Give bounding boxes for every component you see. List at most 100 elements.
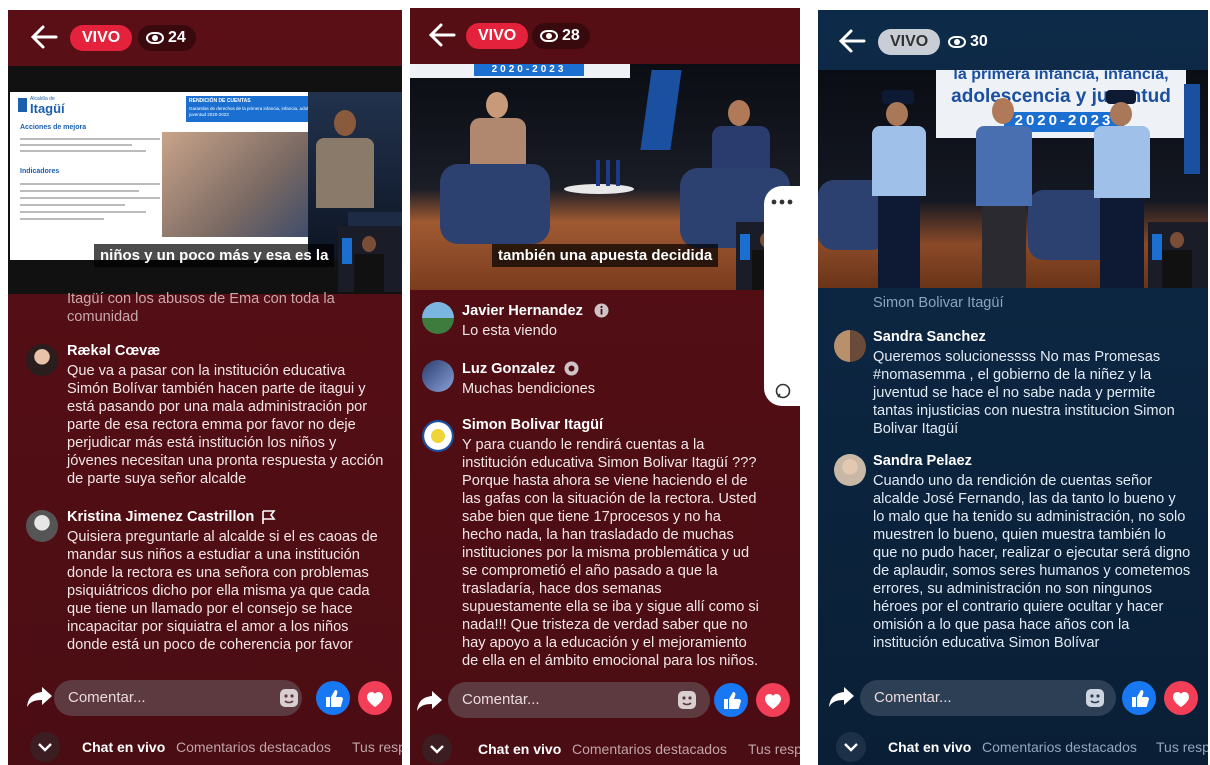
comment-text: Quisiera preguntarle al alcalde si el es… <box>67 529 378 653</box>
video-player[interactable]: 2020-2023 también una apuesta decidida <box>410 64 800 290</box>
share-icon[interactable] <box>26 684 54 708</box>
comment-input[interactable]: Comentar... <box>54 680 302 716</box>
top-bar: VIVO 28 <box>410 8 800 62</box>
info-badge-icon <box>594 303 609 318</box>
viewer-count-value: 30 <box>970 33 988 50</box>
viewer-count: 24 <box>138 25 196 51</box>
comment-list: Simon Bolivar Itagüí Sandra Sanchez Quer… <box>818 294 1208 674</box>
comment-list: Itagüí con los abusos de Ema con toda la… <box>8 290 402 670</box>
collapse-button[interactable] <box>836 732 866 762</box>
tab-live-chat[interactable]: Chat en vivo <box>888 739 971 755</box>
live-panel-1: VIVO 24 Alcaldía de Itagüí RENDICIÓN DE … <box>8 10 402 765</box>
avatar[interactable] <box>422 420 454 452</box>
tab-live-chat[interactable]: Chat en vivo <box>478 741 561 757</box>
comment-author[interactable]: Rækəl Cœvæ <box>67 342 160 360</box>
banner-text: 2020-2023 <box>474 64 584 76</box>
flag-icon <box>262 510 276 524</box>
video-player[interactable]: la primera infancia, infancia, adolescen… <box>818 70 1208 288</box>
comment-text: Lo esta viendo <box>462 323 557 339</box>
tab-your-replies[interactable]: Tus resp <box>352 739 402 755</box>
viewer-count: 28 <box>532 23 590 49</box>
live-badge: VIVO <box>70 25 133 51</box>
back-arrow-icon[interactable] <box>428 22 456 48</box>
logo-text: Itagüí <box>30 101 65 116</box>
sign-language-inset <box>338 226 402 292</box>
share-icon[interactable] <box>828 684 856 708</box>
comment-input[interactable]: Comentar... <box>860 680 1116 716</box>
love-button[interactable] <box>756 683 790 717</box>
eye-icon <box>948 36 966 48</box>
chat-tabs: Chat en vivo Comentarios destacados Tus … <box>8 732 402 765</box>
comment-bar: Comentar... <box>818 676 1208 724</box>
comment-author[interactable]: Javier Hernandez <box>462 302 583 320</box>
chevron-down-icon <box>38 743 52 752</box>
logo-icon <box>18 98 27 112</box>
tab-your-replies[interactable]: Tus resp <box>1156 739 1208 755</box>
comment-text: Simon Bolivar Itagüí <box>873 295 1004 311</box>
video-player[interactable]: Alcaldía de Itagüí RENDICIÓN DE CUENTAS … <box>8 66 402 294</box>
tab-featured-comments[interactable]: Comentarios destacados <box>572 741 727 757</box>
avatar[interactable] <box>834 330 866 362</box>
slide-bullets-2 <box>20 178 160 248</box>
avatar[interactable] <box>26 510 58 542</box>
love-button[interactable] <box>1164 681 1198 715</box>
thumbs-up-icon <box>724 692 741 709</box>
like-button[interactable] <box>1122 681 1156 715</box>
person-officer-right <box>1090 90 1152 288</box>
chevron-down-icon <box>430 745 444 754</box>
comment-list: Javier Hernandez Lo esta viendo Luz Gonz… <box>410 300 800 670</box>
collapse-button[interactable] <box>30 732 60 762</box>
live-badge: VIVO <box>466 23 529 49</box>
slide-heading-1: Acciones de mejora <box>20 124 87 131</box>
comment-bar: Comentar... <box>410 678 800 726</box>
like-button[interactable] <box>316 681 350 715</box>
sign-language-inset <box>1148 222 1208 288</box>
avatar[interactable] <box>422 360 454 392</box>
sticker-icon[interactable] <box>676 689 698 711</box>
share-icon[interactable] <box>416 688 444 712</box>
comment-input[interactable]: Comentar... <box>448 682 710 718</box>
flag-decoration <box>640 70 682 150</box>
slide-photo <box>162 132 312 237</box>
comment-author[interactable]: Kristina Jimenez Castrillon <box>67 508 254 526</box>
more-dots-icon[interactable] <box>770 198 794 206</box>
heart-icon <box>367 692 383 707</box>
person-officer-left <box>868 90 928 288</box>
person-center <box>970 98 1036 288</box>
comment-author[interactable]: Sandra Pelaez <box>873 452 972 470</box>
armchair-left <box>440 164 550 244</box>
avatar[interactable] <box>422 302 454 334</box>
tab-live-chat[interactable]: Chat en vivo <box>82 739 165 755</box>
love-button[interactable] <box>358 681 392 715</box>
heart-icon <box>765 694 781 709</box>
comment-text: Queremos solucionessss No mas Promesas #… <box>873 349 1175 437</box>
comment-text: Muchas bendiciones <box>462 381 596 397</box>
eye-icon <box>540 30 558 42</box>
comment-author[interactable]: Sandra Sanchez <box>873 328 986 346</box>
sticker-icon[interactable] <box>278 687 300 709</box>
stage-banner: 2020-2023 <box>410 64 630 78</box>
comment-author[interactable]: Simon Bolivar Itagüí <box>462 416 603 434</box>
comment-bar: Comentar... <box>8 676 402 724</box>
avatar[interactable] <box>834 454 866 486</box>
live-panel-2: VIVO 28 2020-2023 también una apuesta de… <box>410 8 800 765</box>
presentation-slide: Alcaldía de Itagüí RENDICIÓN DE CUENTAS … <box>10 92 340 260</box>
chevron-down-icon <box>844 743 858 752</box>
viewer-count-value: 24 <box>168 29 186 46</box>
live-caption: también una apuesta decidida <box>492 244 719 267</box>
tab-featured-comments[interactable]: Comentarios destacados <box>982 739 1137 755</box>
back-arrow-icon[interactable] <box>30 24 58 50</box>
comment-author[interactable]: Luz Gonzalez <box>462 360 555 378</box>
collapse-button[interactable] <box>422 734 452 764</box>
comment-text: Y para cuando le rendirá cuentas a la in… <box>462 437 759 669</box>
tab-your-replies[interactable]: Tus resp <box>748 741 800 757</box>
back-arrow-icon[interactable] <box>838 28 866 54</box>
like-button[interactable] <box>714 683 748 717</box>
avatar[interactable] <box>26 344 58 376</box>
live-caption: niños y un poco más y esa es la <box>94 244 335 267</box>
sticker-icon[interactable] <box>1084 687 1106 709</box>
live-badge: VIVO <box>878 29 941 55</box>
slide-bullets-1 <box>20 134 160 164</box>
thumbs-up-icon <box>326 690 343 707</box>
tab-featured-comments[interactable]: Comentarios destacados <box>176 739 331 755</box>
